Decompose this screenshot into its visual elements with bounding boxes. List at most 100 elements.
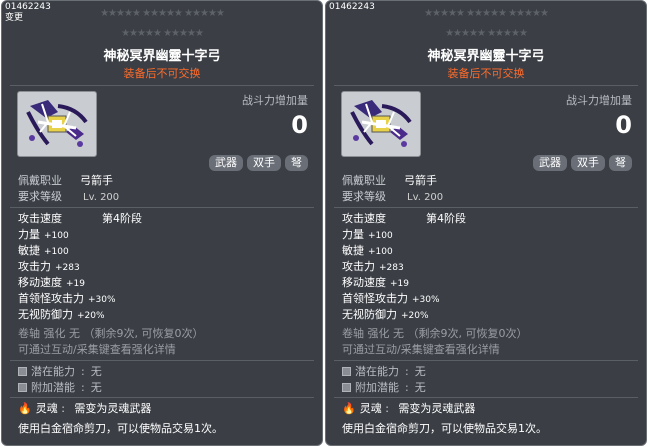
stat-row: 首领怪攻击力 +30%	[18, 291, 116, 308]
stat-row: 敏捷 +100	[342, 243, 393, 260]
divider	[10, 85, 314, 86]
stat-row: 力量 +100	[342, 227, 393, 244]
bonus-potential-value: 无	[414, 381, 426, 394]
scissors-note: 使用白金宿命剪刀，可以使物品交易1次。	[18, 422, 223, 435]
stat-value: +19	[390, 279, 409, 289]
req-level-value: Lv. 200	[407, 192, 444, 203]
starforce-row-1: ★★★★★ ★★★★★ ★★★★★	[424, 8, 549, 19]
bonus-potential-value: 无	[90, 381, 102, 394]
scroll-line: 卷轴 强化 无 （剩余9次, 可恢复0次）	[18, 327, 204, 340]
divider	[334, 85, 638, 86]
stat-value: +30%	[412, 295, 440, 305]
colon: :	[81, 381, 85, 394]
stat-value: +283	[55, 263, 80, 273]
stat-row: 首领怪攻击力 +30%	[342, 291, 440, 308]
soul-label: 灵魂	[35, 402, 58, 415]
stat-label: 攻击力	[18, 260, 51, 273]
soul-flame-icon: 🔥	[18, 402, 32, 415]
stat-label: 首领怪攻击力	[342, 292, 408, 305]
soul-row: 🔥 灵魂 : 需变为灵魂武器	[18, 401, 151, 416]
stat-label: 力量	[18, 228, 40, 241]
stat-row: 无视防御力 +20%	[342, 307, 429, 324]
combat-power-value: 0	[291, 111, 308, 139]
potential-label: 潜在能力	[31, 365, 75, 378]
potential-box-icon	[342, 367, 351, 376]
stat-value: +19	[66, 279, 85, 289]
potential-row: 潜在能力: 无	[342, 364, 426, 379]
crossbow-icon	[350, 100, 412, 147]
stat-value: +100	[44, 231, 69, 241]
stat-label: 力量	[342, 228, 364, 241]
stat-label: 移动速度	[18, 276, 62, 289]
req-job-row: 佩戴职业 弓箭手	[18, 173, 113, 188]
colon: :	[381, 402, 393, 415]
divider	[334, 360, 638, 361]
tag-two-handed: 双手	[571, 155, 605, 171]
item-tooltip-left: 01462243 变更 ★★★★★ ★★★★★ ★★★★★ ★★★★★ ★★★★…	[1, 0, 323, 446]
soul-label: 灵魂	[359, 402, 382, 415]
soul-row: 🔥 灵魂 : 需变为灵魂武器	[342, 401, 475, 416]
attack-speed-value: 第4阶段	[102, 212, 142, 225]
trade-note: 装备后不可交换	[447, 67, 525, 80]
stat-label: 攻击力	[342, 260, 375, 273]
divider	[334, 207, 638, 208]
req-level-label: 要求等级	[342, 190, 386, 203]
item-tooltip-right: 01462243 ★★★★★ ★★★★★ ★★★★★ ★★★★★ ★★★★★ 神…	[325, 0, 647, 446]
stat-label: 敏捷	[18, 244, 40, 257]
stat-value: +283	[379, 263, 404, 273]
req-level-row: 要求等级 Lv. 200	[342, 189, 443, 205]
stat-row: 攻击力 +283	[18, 259, 80, 276]
colon: :	[81, 365, 85, 378]
item-icon-frame	[17, 91, 97, 157]
combat-power-value: 0	[615, 111, 632, 139]
starforce-row-1: ★★★★★ ★★★★★ ★★★★★	[100, 8, 225, 19]
stat-value: +20%	[401, 311, 429, 321]
stat-label: 无视防御力	[342, 308, 397, 321]
starforce-row-2: ★★★★★ ★★★★★	[121, 28, 204, 39]
item-icon-frame	[341, 91, 421, 157]
trade-note: 装备后不可交换	[123, 67, 201, 80]
potential-value: 无	[414, 365, 426, 378]
tag-crossbow: 弩	[285, 155, 308, 171]
attack-speed-label: 攻击速度	[342, 212, 386, 225]
potential-value: 无	[90, 365, 102, 378]
bonus-potential-box-icon	[18, 383, 27, 392]
divider	[10, 397, 314, 398]
soul-value: 需变为灵魂武器	[398, 402, 476, 415]
colon: :	[405, 381, 409, 394]
stat-row: 移动速度 +19	[18, 275, 85, 292]
stat-row: 力量 +100	[18, 227, 69, 244]
stat-label: 无视防御力	[18, 308, 73, 321]
tag-weapon: 武器	[533, 155, 567, 171]
req-job-label: 佩戴职业	[342, 174, 386, 187]
attack-speed-row: 攻击速度 第4阶段	[342, 211, 466, 226]
stat-value: +100	[368, 247, 393, 257]
enhance-hint: 可通过互动/采集键查看强化详情	[342, 343, 500, 356]
stat-value: +20%	[77, 311, 105, 321]
req-job-label: 佩戴职业	[18, 174, 62, 187]
attack-speed-row: 攻击速度 第4阶段	[18, 211, 142, 226]
bonus-potential-label: 附加潜能	[355, 381, 399, 394]
tag-crossbow: 弩	[609, 155, 632, 171]
combat-power-label: 战斗力增加量	[242, 94, 308, 107]
req-job-value: 弓箭手	[404, 174, 437, 187]
tag-two-handed: 双手	[247, 155, 281, 171]
attack-speed-label: 攻击速度	[18, 212, 62, 225]
stat-row: 攻击力 +283	[342, 259, 404, 276]
stat-row: 移动速度 +19	[342, 275, 409, 292]
divider	[334, 397, 638, 398]
colon: :	[57, 402, 69, 415]
item-name: 神秘冥界幽靈十字弓	[427, 49, 545, 64]
stat-value: +100	[368, 231, 393, 241]
scissors-note: 使用白金宿命剪刀，可以使物品交易1次。	[342, 422, 547, 435]
stat-label: 首领怪攻击力	[18, 292, 84, 305]
req-job-row: 佩戴职业 弓箭手	[342, 173, 437, 188]
scroll-line: 卷轴 强化 无 （剩余9次, 可恢复0次）	[342, 327, 528, 340]
item-name: 神秘冥界幽靈十字弓	[103, 49, 221, 64]
stat-label: 敏捷	[342, 244, 364, 257]
req-level-label: 要求等级	[18, 190, 62, 203]
stat-row: 敏捷 +100	[18, 243, 69, 260]
req-job-value: 弓箭手	[80, 174, 113, 187]
attack-speed-value: 第4阶段	[426, 212, 466, 225]
divider	[10, 360, 314, 361]
